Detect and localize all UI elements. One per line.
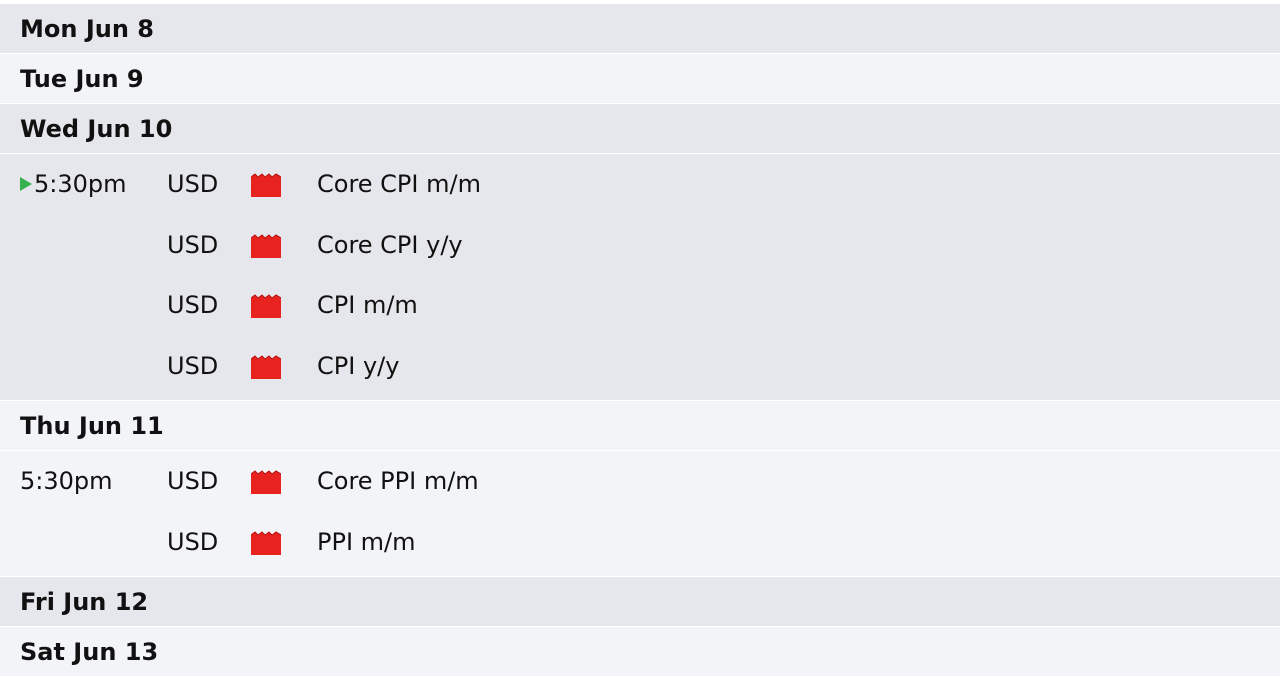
event-title[interactable]: PPI m/m: [317, 528, 416, 556]
economic-calendar: Mon Jun 8 Tue Jun 9 Wed Jun 10 5:30pm US…: [0, 4, 1280, 677]
day-header[interactable]: Fri Jun 12: [0, 577, 1280, 627]
day-label: Mon Jun 8: [20, 14, 154, 43]
day-header[interactable]: Thu Jun 11: [0, 401, 1280, 451]
high-impact-folder-icon[interactable]: [251, 233, 281, 258]
day-header[interactable]: Sat Jun 13: [0, 627, 1280, 677]
event-row[interactable]: USD PPI m/m: [0, 514, 1280, 575]
event-row[interactable]: USD CPI m/m: [0, 277, 1280, 338]
event-row[interactable]: 5:30pm USD Core PPI m/m: [0, 453, 1280, 514]
day-label: Fri Jun 12: [20, 587, 149, 616]
day-header[interactable]: Tue Jun 9: [0, 54, 1280, 104]
event-currency: USD: [167, 170, 219, 198]
day-label: Sat Jun 13: [20, 637, 159, 666]
day-label: Tue Jun 9: [20, 64, 144, 93]
event-title[interactable]: CPI m/m: [317, 291, 418, 319]
high-impact-folder-icon[interactable]: [251, 354, 281, 379]
high-impact-folder-icon[interactable]: [251, 173, 281, 197]
event-title[interactable]: Core PPI m/m: [317, 467, 479, 495]
event-row[interactable]: USD Core CPI y/y: [0, 217, 1280, 278]
event-time: 5:30pm: [20, 467, 113, 495]
event-row[interactable]: 5:30pm USD Core CPI m/m: [0, 156, 1280, 217]
event-title[interactable]: Core CPI m/m: [317, 170, 481, 198]
event-row[interactable]: USD CPI y/y: [0, 338, 1280, 399]
day-header[interactable]: Mon Jun 8: [0, 4, 1280, 54]
high-impact-folder-icon[interactable]: [251, 530, 281, 555]
event-currency: USD: [167, 527, 219, 556]
event-title[interactable]: CPI y/y: [317, 352, 399, 380]
high-impact-folder-icon[interactable]: [251, 294, 281, 318]
event-time: 5:30pm: [20, 170, 127, 198]
event-group: 5:30pm USD Core PPI m/m USD PPI m/m: [0, 451, 1280, 577]
high-impact-folder-icon[interactable]: [251, 470, 281, 494]
event-currency: USD: [167, 230, 219, 259]
event-currency: USD: [167, 351, 219, 380]
next-event-marker-icon: [20, 177, 32, 191]
event-currency: USD: [167, 291, 219, 319]
event-currency: USD: [167, 467, 219, 495]
event-group: 5:30pm USD Core CPI m/m USD Core CPI y/y…: [0, 154, 1280, 401]
day-label: Thu Jun 11: [20, 411, 164, 440]
event-title[interactable]: Core CPI y/y: [317, 231, 463, 259]
day-label: Wed Jun 10: [20, 114, 173, 143]
day-header[interactable]: Wed Jun 10: [0, 104, 1280, 154]
